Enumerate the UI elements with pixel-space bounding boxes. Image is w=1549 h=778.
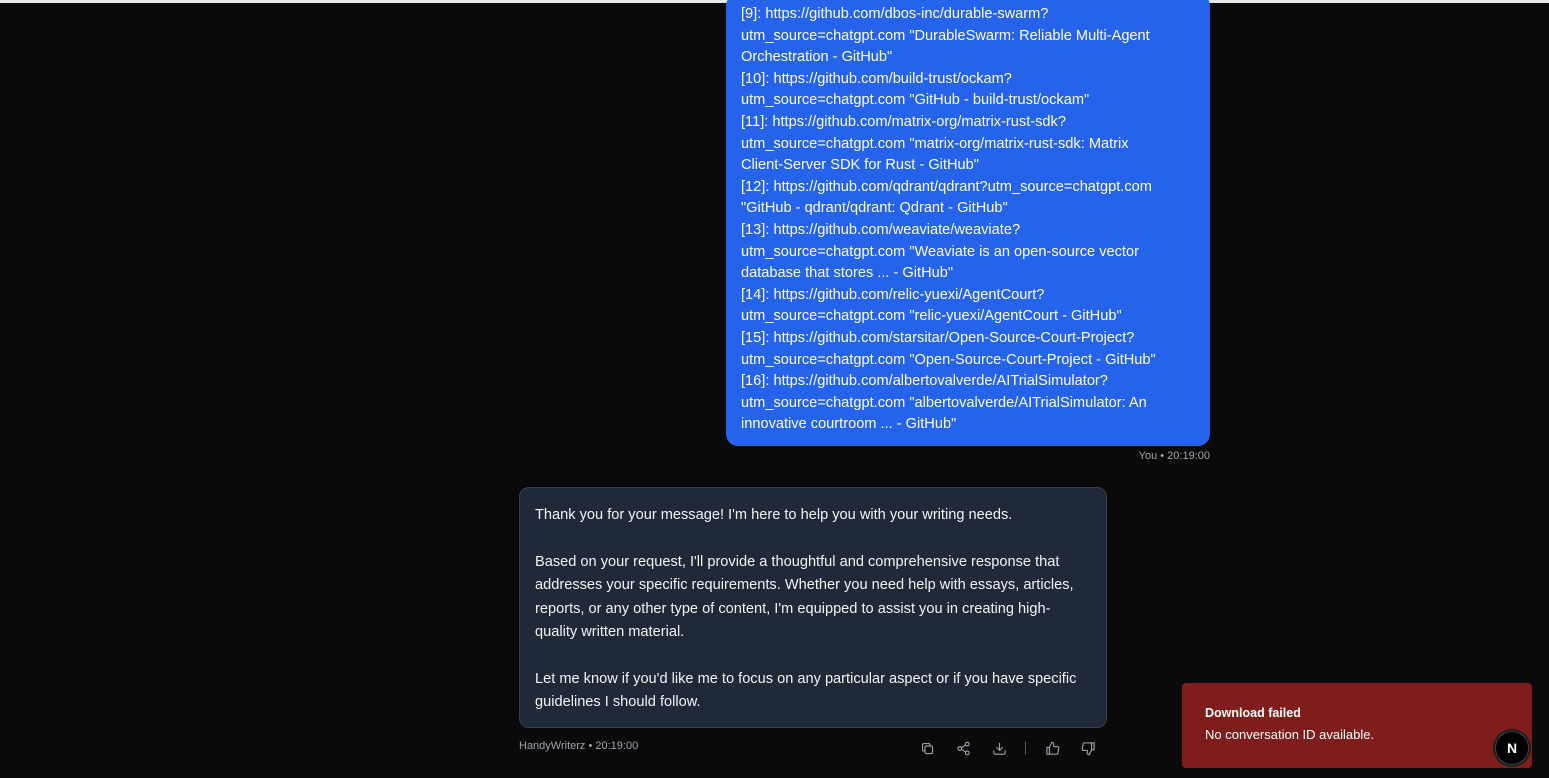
assistant-paragraph: Thank you for your message! I'm here to … [535,507,1013,523]
user-message-bubble: [9]: https://github.com/dbos-inc/durable… [726,0,1210,446]
assistant-message-bubble: Thank you for your message! I'm here to … [519,487,1107,728]
user-message-line: [15]: https://github.com/starsitar/Open-… [741,329,1135,346]
assistant-paragraph: Let me know if you'd like me to focus on… [535,670,1077,711]
user-message-line: [10]: https://github.com/build-trust/ock… [741,70,1012,87]
user-message-line: [11]: https://github.com/matrix-org/matr… [741,113,1066,130]
user-message-meta: You • 20:19:00 [1138,450,1210,462]
error-toast[interactable]: Download failed No conversation ID avail… [1182,683,1532,768]
share-icon [956,741,970,755]
share-button[interactable] [951,737,975,759]
user-message-line: [13]: https://github.com/weaviate/weavia… [741,221,1021,238]
user-message-line: utm_source=chatgpt.com "matrix-org/matri… [741,135,1129,152]
thumbs-up-button[interactable] [1040,737,1064,759]
thumbs-down-button[interactable] [1076,737,1100,759]
user-message-line: [14]: https://github.com/relic-yuexi/Age… [741,286,1045,303]
message-actions [915,737,1112,759]
actions-divider [1025,741,1026,755]
assistant-paragraph: Based on your request, I'll provide a th… [535,553,1074,641]
thumbs-down-icon [1081,741,1095,755]
user-message-line: [12]: https://github.com/qdrant/qdrant?u… [741,178,1152,195]
copy-button[interactable] [915,737,939,759]
download-button[interactable] [987,737,1011,759]
user-message-line: innovative courtroom ... - GitHub" [741,416,957,433]
thumbs-up-icon [1045,741,1059,755]
assistant-message-meta: HandyWriterz • 20:19:00 [519,740,639,752]
user-message-line: utm_source=chatgpt.com "albertovalverde/… [741,394,1147,411]
user-message-line: Client-Server SDK for Rust - GitHub" [741,157,979,174]
user-message-line: "GitHub - qdrant/qdrant: Qdrant - GitHub… [741,200,1008,217]
toast-description: No conversation ID available. [1205,727,1375,742]
download-icon [992,742,1006,755]
user-message-line: [16]: https://github.com/albertovalverde… [741,373,1108,390]
user-message-line: utm_source=chatgpt.com "GitHub - build-t… [741,92,1090,109]
dev-tools-badge[interactable]: N [1495,731,1529,765]
user-message-line: utm_source=chatgpt.com "relic-yuexi/Agen… [741,308,1122,325]
toast-title: Download failed [1205,706,1301,720]
user-message-line: utm_source=chatgpt.com "DurableSwarm: Re… [741,27,1150,44]
user-message-line: [9]: https://github.com/dbos-inc/durable… [741,6,1049,22]
user-message-line: database that stores ... - GitHub" [741,265,954,282]
user-message-line: utm_source=chatgpt.com "Weaviate is an o… [741,243,1139,260]
copy-icon [921,742,933,754]
user-message-line: Orchestration - GitHub" [741,49,893,66]
user-message-line: utm_source=chatgpt.com "Open-Source-Cour… [741,351,1156,368]
